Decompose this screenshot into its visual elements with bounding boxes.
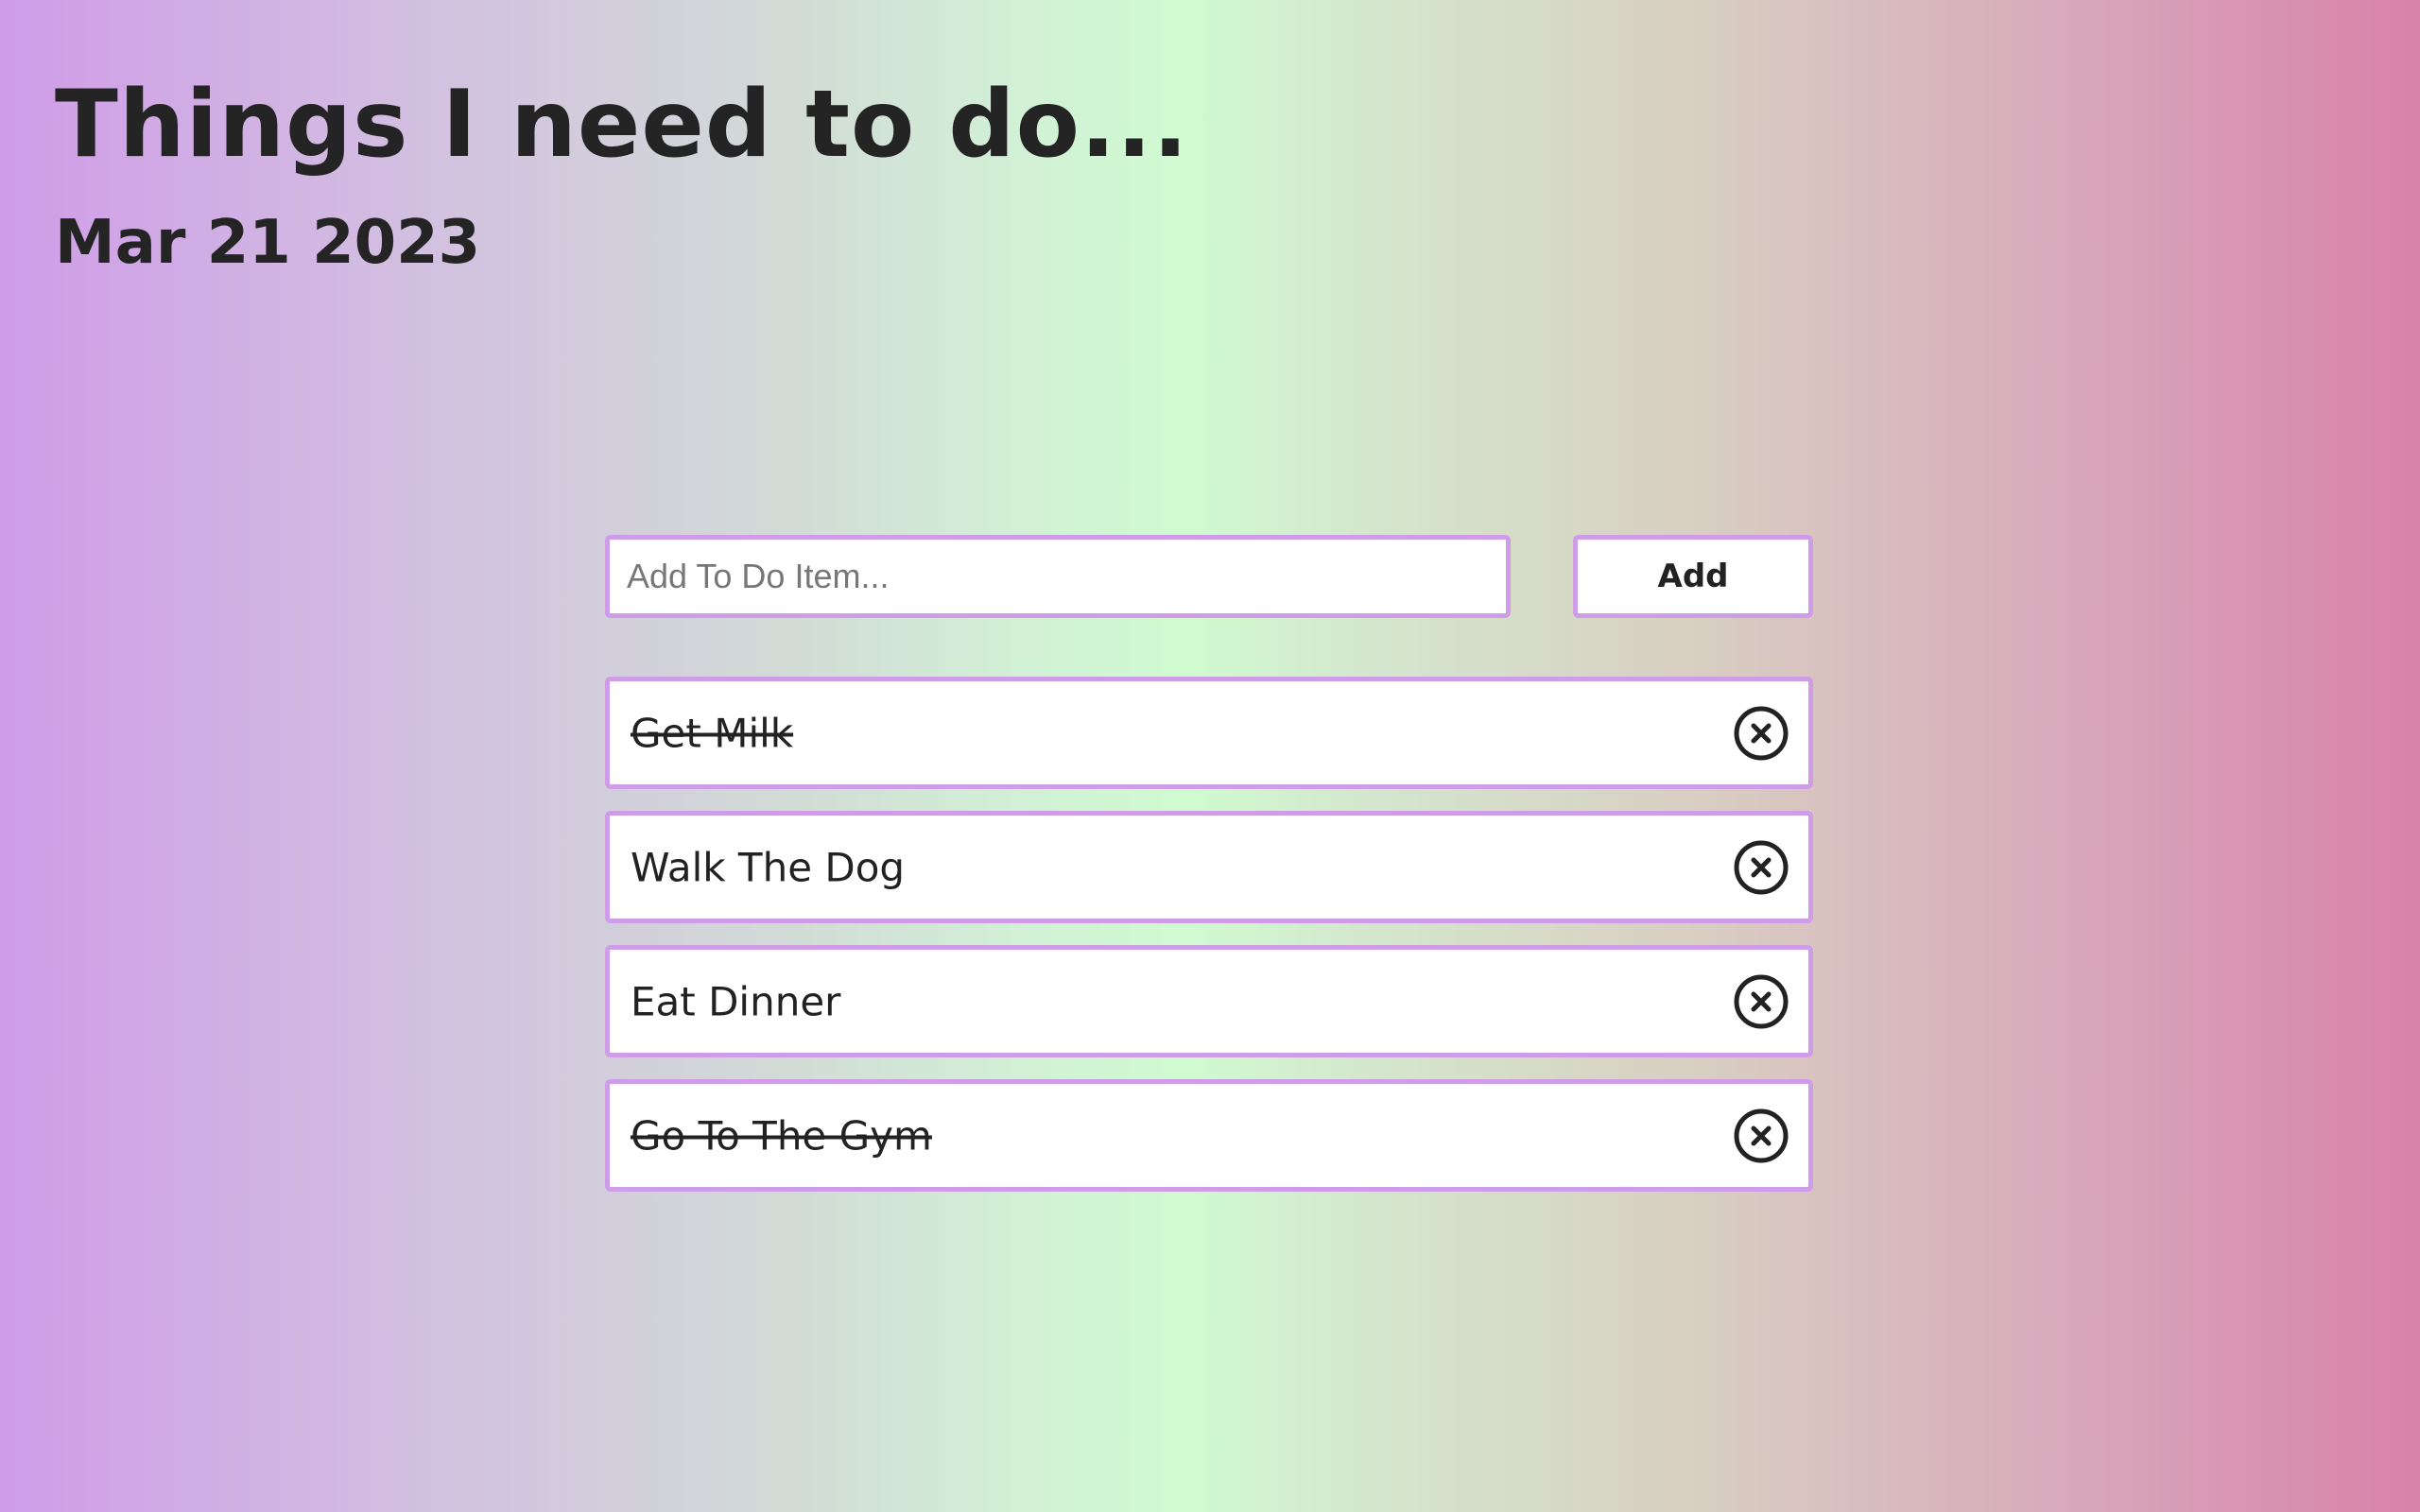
page-title: Things I need to do... [55,71,1189,179]
remove-item-button[interactable] [1733,705,1789,762]
remove-item-button[interactable] [1733,1108,1789,1164]
remove-item-button[interactable] [1733,839,1789,896]
close-circle-icon [1734,840,1789,894]
todo-input[interactable] [605,535,1511,618]
todo-item: Eat Dinner [605,945,1813,1057]
current-date: Mar 21 2023 [55,208,481,278]
todo-text[interactable]: Go To The Gym [631,1112,932,1159]
todo-text[interactable]: Walk The Dog [631,844,905,890]
page-header: Things I need to do... Mar 21 2023 [55,59,1189,295]
todo-list: Get Milk Walk The Dog Eat Dinner Go To T… [605,677,1813,1213]
add-button[interactable]: Add [1573,535,1813,618]
todo-text[interactable]: Eat Dinner [631,978,840,1024]
todo-item: Walk The Dog [605,811,1813,923]
todo-text[interactable]: Get Milk [631,710,793,756]
todo-item: Go To The Gym [605,1079,1813,1192]
close-circle-icon [1734,1108,1789,1162]
close-circle-icon [1734,974,1789,1028]
add-todo-form: Add [605,535,1813,618]
close-circle-icon [1734,706,1789,760]
remove-item-button[interactable] [1733,973,1789,1030]
todo-item: Get Milk [605,677,1813,789]
